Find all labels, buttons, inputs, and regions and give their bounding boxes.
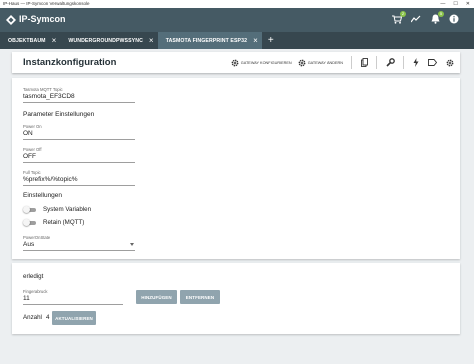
page-title: Instanzkonfiguration [23, 57, 117, 68]
power-off-field[interactable]: Power Off OFF [23, 147, 135, 163]
bell-badge: 5 [438, 11, 444, 17]
power-on-field[interactable]: Power On ON [23, 124, 135, 140]
wrench-icon[interactable] [386, 58, 395, 67]
count-value: 4 [46, 314, 50, 321]
status-text: erledigt [23, 273, 44, 280]
field-label: Power Off [23, 147, 42, 152]
tab-wundergroundpwssync[interactable]: WUNDERGROUNDPWSSYNC × [60, 32, 157, 49]
finger-id-field[interactable]: Fingerabruck 11 [23, 289, 123, 305]
window-close-icon[interactable]: ✕ [466, 0, 470, 8]
tab-bar: OBJEKTBAUM × WUNDERGROUNDPWSSYNC × TASMO… [0, 32, 474, 49]
tab-objektbaum[interactable]: OBJEKTBAUM × [0, 32, 60, 49]
section-settings: Einstellungen [23, 192, 63, 199]
divider [351, 56, 352, 69]
toggle-thumb [23, 219, 30, 226]
field-label: Tasmota MQTT Topic [23, 87, 63, 92]
retain-toggle[interactable] [23, 219, 37, 226]
count-label: Anzahl [23, 314, 42, 321]
add-tab-icon[interactable]: + [262, 32, 280, 49]
tab-tasmota-fingerprint[interactable]: TASMOTA FINGERPRINT ESP32 × [157, 32, 262, 49]
refresh-button[interactable]: AKTUALISIEREN [52, 311, 96, 325]
power-on-state-select[interactable]: Aus [23, 241, 135, 251]
full-topic-input[interactable]: %prefix%/%topic% [23, 176, 135, 186]
header-actions: GATEWAY KONFIGURIEREN GATEWAY ÄNDERN [225, 52, 454, 73]
tab-label: OBJEKTBAUM [8, 37, 46, 44]
field-label: Full Topic [23, 170, 41, 175]
tag-icon[interactable] [428, 59, 437, 66]
gear-icon [231, 59, 239, 66]
full-topic-field[interactable]: Full Topic %prefix%/%topic% [23, 170, 135, 186]
gateway-change-label: GATEWAY ÄNDERN [307, 60, 343, 65]
remove-button[interactable]: ENTFERNEN [180, 290, 220, 304]
mqtt-topic-input[interactable]: tasmota_EF3CD8 [23, 93, 135, 103]
system-variables-toggle-row[interactable]: System Variablen [23, 206, 91, 213]
app-name: IP-Symcon [19, 14, 66, 24]
add-button[interactable]: HINZUFÜGEN [136, 290, 177, 304]
config-form: Tasmota MQTT Topic tasmota_EF3CD8 Parame… [12, 78, 460, 259]
toolbar-icons: 2 5 [391, 11, 460, 26]
maximize-icon[interactable]: ☐ [453, 0, 457, 8]
select-value: Aus [23, 241, 35, 248]
gateway-change-button[interactable]: GATEWAY ÄNDERN [298, 59, 343, 67]
gateway-configure-label: GATEWAY KONFIGURIEREN [240, 60, 292, 65]
gear-icon [298, 59, 306, 66]
close-icon[interactable]: × [253, 36, 258, 45]
toggle-label: System Variablen [43, 206, 92, 213]
divider [403, 56, 404, 69]
instance-config-header: Instanzkonfiguration GATEWAY KONFIGURIER… [12, 52, 460, 73]
cart-icon[interactable]: 2 [391, 11, 406, 26]
close-icon[interactable]: × [149, 36, 154, 45]
field-label: PowerOnState [23, 235, 51, 240]
finger-id-input[interactable]: 11 [23, 295, 123, 305]
app-bar: IP-Symcon 2 5 [0, 8, 474, 32]
retain-toggle-row[interactable]: Retain (MQTT) [23, 219, 84, 226]
field-label: Power On [23, 124, 42, 129]
field-label: Fingerabruck [23, 289, 48, 294]
actions-panel: erledigt Fingerabruck 11 HINZUFÜGEN ENTF… [12, 263, 460, 334]
lightning-icon[interactable] [413, 58, 419, 67]
tab-label: TASMOTA FINGERPRINT ESP32 [165, 37, 248, 44]
section-parameter: Parameter Einstellungen [23, 111, 95, 118]
window-titlebar: IP-Haus — IP-Symcon Verwaltungskonsole —… [0, 0, 474, 8]
gateway-configure-button[interactable]: GATEWAY KONFIGURIEREN [231, 59, 292, 67]
info-icon[interactable] [448, 12, 460, 26]
settings-gear-icon[interactable] [446, 59, 454, 67]
power-off-input[interactable]: OFF [23, 153, 135, 163]
minimize-icon[interactable]: — [440, 0, 445, 8]
power-on-input[interactable]: ON [23, 130, 135, 140]
symcon-logo-icon [6, 15, 16, 25]
close-icon[interactable]: × [52, 36, 57, 45]
cart-badge: 2 [400, 11, 406, 17]
divider [376, 56, 377, 69]
tab-label: WUNDERGROUNDPWSSYNC [68, 37, 143, 44]
window-controls: — ☐ ✕ [440, 0, 470, 8]
mqtt-topic-field[interactable]: Tasmota MQTT Topic tasmota_EF3CD8 [23, 87, 135, 103]
toggle-label: Retain (MQTT) [43, 219, 85, 226]
chevron-down-icon [130, 243, 134, 246]
power-on-state-field[interactable]: PowerOnState Aus [23, 235, 135, 251]
toggle-thumb [23, 206, 30, 213]
bell-icon[interactable]: 5 [429, 11, 444, 26]
system-variables-toggle[interactable] [23, 206, 37, 213]
window-title: IP-Haus — IP-Symcon Verwaltungskonsole [3, 1, 90, 6]
copy-icon[interactable] [361, 58, 368, 67]
chart-icon[interactable] [410, 12, 422, 26]
